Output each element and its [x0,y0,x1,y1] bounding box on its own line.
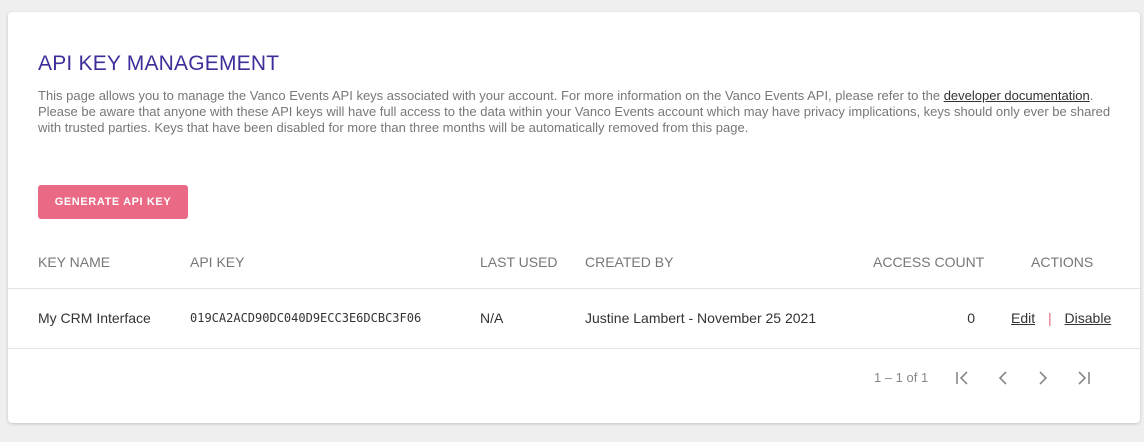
row-divider [8,348,1140,349]
header-api-key: API KEY [190,254,245,270]
cell-api-key: 019CA2ACD90DC040D9ECC3E6DCBC3F06 [190,311,422,325]
cell-access-count: 0 [967,310,975,326]
next-page-icon [1039,371,1048,385]
last-page-button[interactable] [1070,366,1096,390]
header-actions: ACTIONS [1031,254,1094,270]
description-text-1: This page allows you to manage the Vanco… [38,88,941,103]
previous-page-icon [998,371,1007,385]
first-page-icon [956,371,968,385]
cell-created-by: Justine Lambert - November 25 2021 [585,310,817,326]
header-last-used: LAST USED [480,254,558,270]
cell-key-name: My CRM Interface [38,310,151,326]
generate-api-key-button[interactable]: GENERATE API KEY [38,185,188,219]
cell-actions: Edit | Disable [1011,310,1111,326]
cell-last-used: N/A [480,310,504,326]
pagination-range: 1 – 1 of 1 [874,370,929,385]
first-page-button[interactable] [950,366,976,390]
api-key-card: API KEY MANAGEMENT This page allows you … [8,12,1140,423]
developer-documentation-link[interactable]: developer documentation [944,88,1090,103]
header-key-name: KEY NAME [38,254,111,270]
disable-link[interactable]: Disable [1065,310,1112,326]
page-description: This page allows you to manage the Vanco… [38,88,1113,136]
action-separator: | [1048,310,1052,326]
last-page-icon [1078,371,1090,385]
header-created-by: CREATED BY [585,254,674,270]
previous-page-button[interactable] [990,366,1016,390]
edit-link[interactable]: Edit [1011,310,1035,326]
header-access-count: ACCESS COUNT [873,254,985,270]
next-page-button[interactable] [1030,366,1056,390]
header-divider [8,288,1140,289]
page-title: API KEY MANAGEMENT [38,52,280,75]
